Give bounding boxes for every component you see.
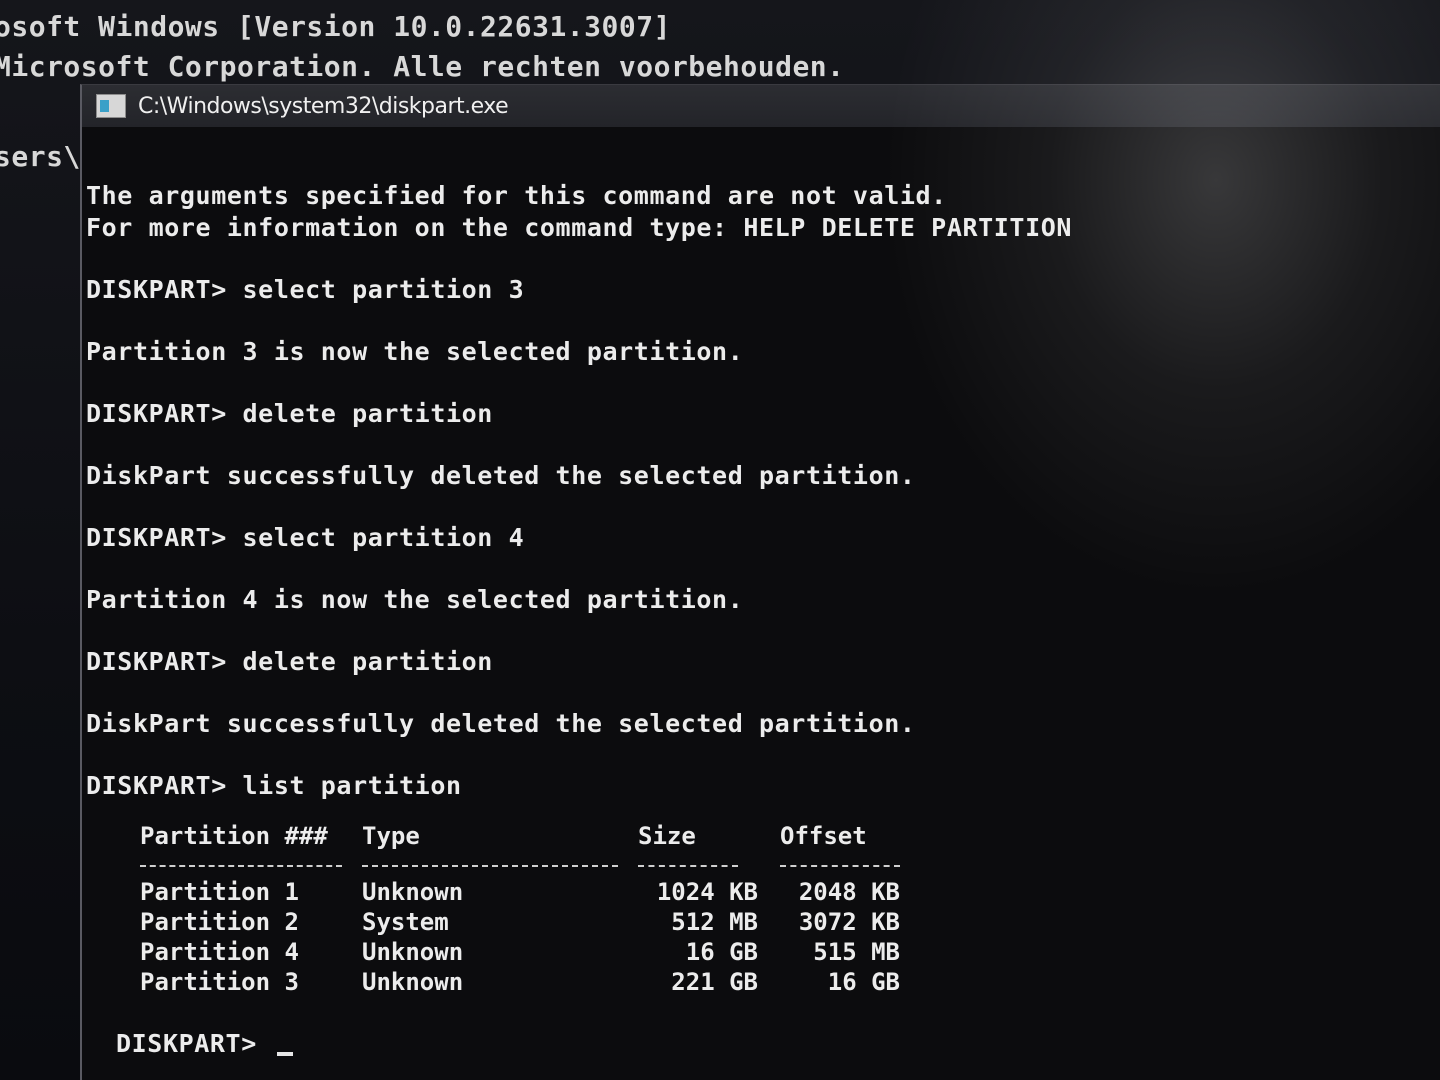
console-line: Partition 4 is now the selected partitio… — [86, 585, 744, 614]
cell-offset: 3072 KB — [798, 908, 900, 936]
cell-partition: Partition 3 — [140, 968, 299, 996]
console-line: DiskPart successfully deleted the select… — [86, 461, 916, 490]
cell-type: Unknown — [362, 938, 464, 966]
column-header-offset: Offset — [780, 822, 867, 850]
cell-size: 1024 KB — [656, 878, 758, 906]
cell-offset: 515 MB — [813, 938, 900, 966]
cell-size: 16 GB — [685, 938, 758, 966]
console-line: DISKPART> list partition — [86, 771, 462, 800]
console-line: DiskPart successfully deleted the select… — [86, 709, 916, 738]
prompt-text: DISKPART> — [116, 1029, 273, 1058]
diskpart-window[interactable]: C:\Windows\system32\diskpart.exe The arg… — [80, 84, 1440, 1080]
column-header-partition: Partition ### — [140, 822, 328, 850]
window-title: C:\Windows\system32\diskpart.exe — [138, 93, 509, 119]
console-app-icon — [96, 94, 126, 118]
cell-type: Unknown — [362, 878, 464, 906]
cell-type: Unknown — [362, 968, 464, 996]
table-row: Partition 1 Unknown 1024 KB 2048 KB — [140, 877, 900, 907]
window-titlebar[interactable]: C:\Windows\system32\diskpart.exe — [82, 85, 1440, 127]
console-line: Partition 3 is now the selected partitio… — [86, 337, 744, 366]
bg-console-line: sers\ — [0, 140, 81, 173]
command-prompt-line[interactable]: DISKPART> — [116, 1029, 293, 1058]
cell-offset: 16 GB — [827, 968, 900, 996]
table-row: Partition 2 System 512 MB 3072 KB — [140, 907, 900, 937]
console-output[interactable]: The arguments specified for this command… — [86, 155, 1440, 1080]
table-separator — [140, 851, 900, 877]
cell-partition: Partition 4 — [140, 938, 299, 966]
console-line: DISKPART> delete partition — [86, 399, 493, 428]
partition-table: Partition ### Type Size Offset Partition… — [140, 821, 900, 997]
bg-console-line: Microsoft Corporation. Alle rechten voor… — [0, 50, 845, 83]
console-line: DISKPART> select partition 4 — [86, 523, 525, 552]
console-line: For more information on the command type… — [86, 213, 1073, 242]
cell-offset: 2048 KB — [798, 878, 900, 906]
text-cursor — [276, 1052, 293, 1056]
table-row: Partition 4 Unknown 16 GB 515 MB — [140, 937, 900, 967]
table-row: Partition 3 Unknown 221 GB 16 GB — [140, 967, 900, 997]
column-header-type: Type — [362, 822, 420, 850]
cell-partition: Partition 1 — [140, 878, 299, 906]
cell-partition: Partition 2 — [140, 908, 299, 936]
console-line: The arguments specified for this command… — [86, 181, 947, 210]
cell-type: System — [362, 908, 449, 936]
cell-size: 512 MB — [671, 908, 758, 936]
bg-console-line: osoft Windows [Version 10.0.22631.3007] — [0, 10, 671, 43]
cell-size: 221 GB — [671, 968, 758, 996]
console-line: DISKPART> select partition 3 — [86, 275, 525, 304]
table-header-row: Partition ### Type Size Offset — [140, 821, 900, 851]
column-header-size: Size — [638, 822, 696, 850]
console-line: DISKPART> delete partition — [86, 647, 493, 676]
